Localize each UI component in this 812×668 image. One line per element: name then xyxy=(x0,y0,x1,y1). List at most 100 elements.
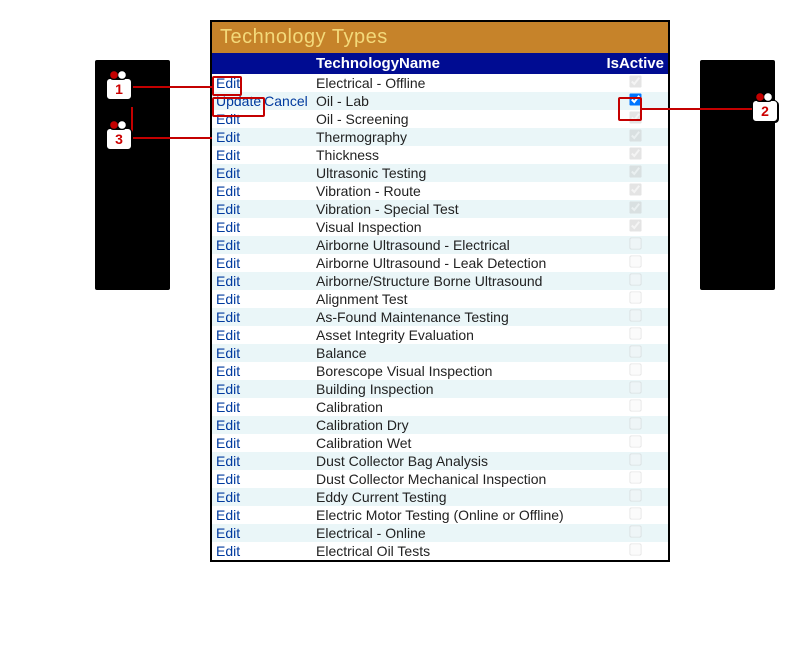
edit-link[interactable]: Edit xyxy=(216,453,240,469)
edit-link[interactable]: Edit xyxy=(216,129,240,145)
edit-link[interactable]: Edit xyxy=(216,399,240,415)
edit-link[interactable]: Edit xyxy=(216,327,240,343)
isactive-checkbox xyxy=(629,471,641,483)
edit-link[interactable]: Edit xyxy=(216,111,240,127)
action-cell: Edit xyxy=(212,182,312,200)
edit-link[interactable]: Edit xyxy=(216,183,240,199)
technology-name-cell: Vibration - Route xyxy=(312,182,602,200)
table-row: Edit Electrical Oil Tests xyxy=(212,542,668,560)
isactive-cell xyxy=(602,326,668,344)
isactive-cell xyxy=(602,506,668,524)
action-cell: Edit xyxy=(212,254,312,272)
technology-types-table: TechnologyName IsActive EditElectrical -… xyxy=(212,53,668,560)
edit-link[interactable]: Edit xyxy=(216,435,240,451)
isactive-checkbox xyxy=(629,147,641,159)
technology-name-cell: Dust Collector Mechanical Inspection xyxy=(312,470,602,488)
table-row: Edit Vibration - Route xyxy=(212,182,668,200)
action-cell: Edit xyxy=(212,164,312,182)
edit-link[interactable]: Edit xyxy=(216,525,240,541)
table-row: Edit Vibration - Special Test xyxy=(212,200,668,218)
isactive-checkbox xyxy=(629,219,641,231)
isactive-cell xyxy=(602,164,668,182)
isactive-cell xyxy=(602,254,668,272)
edit-link[interactable]: Edit xyxy=(216,291,240,307)
isactive-cell xyxy=(602,344,668,362)
isactive-checkbox xyxy=(629,435,641,447)
callout-badge-2: 2 xyxy=(752,100,778,122)
technology-name-cell: Calibration Dry xyxy=(312,416,602,434)
edit-link[interactable]: Edit xyxy=(216,165,240,181)
isactive-checkbox xyxy=(629,273,641,285)
technology-name-cell: Eddy Current Testing xyxy=(312,488,602,506)
isactive-cell xyxy=(602,524,668,542)
isactive-cell xyxy=(602,380,668,398)
update-link[interactable]: Update xyxy=(216,93,261,109)
edit-link[interactable]: Edit xyxy=(216,75,240,91)
technology-name-cell: Building Inspection xyxy=(312,380,602,398)
action-cell: Edit xyxy=(212,506,312,524)
isactive-cell xyxy=(602,542,668,560)
table-row: EditElectrical - Online xyxy=(212,524,668,542)
table-row: EditBorescope Visual Inspection xyxy=(212,362,668,380)
table-row: Edit Calibration Wet xyxy=(212,434,668,452)
isactive-checkbox xyxy=(629,75,641,87)
isactive-checkbox xyxy=(629,345,641,357)
isactive-cell xyxy=(602,110,668,128)
action-cell: Edit xyxy=(212,434,312,452)
table-row: EditThermography xyxy=(212,128,668,146)
table-row: EditAs-Found Maintenance Testing xyxy=(212,308,668,326)
edit-link[interactable]: Edit xyxy=(216,417,240,433)
isactive-checkbox xyxy=(629,111,641,123)
isactive-checkbox xyxy=(629,237,641,249)
isactive-cell xyxy=(602,236,668,254)
isactive-cell xyxy=(602,416,668,434)
col-active-header: IsActive xyxy=(602,53,668,74)
edit-link[interactable]: Edit xyxy=(216,309,240,325)
table-row: EditVisual Inspection xyxy=(212,218,668,236)
isactive-checkbox xyxy=(629,291,641,303)
technology-name-cell: Thickness xyxy=(312,146,602,164)
technology-name-cell: Vibration - Special Test xyxy=(312,200,602,218)
technology-name-cell: Airborne Ultrasound - Leak Detection xyxy=(312,254,602,272)
edit-link[interactable]: Edit xyxy=(216,471,240,487)
edit-link[interactable]: Edit xyxy=(216,147,240,163)
edit-link[interactable]: Edit xyxy=(216,255,240,271)
technology-name-cell: Airborne/Structure Borne Ultrasound xyxy=(312,272,602,290)
table-row: Edit Thickness xyxy=(212,146,668,164)
edit-link[interactable]: Edit xyxy=(216,219,240,235)
table-row: Edit Dust Collector Bag Analysis xyxy=(212,452,668,470)
technology-types-panel: Technology Types TechnologyName IsActive… xyxy=(210,20,670,562)
technology-name-cell: Electrical - Offline xyxy=(312,74,602,92)
technology-name-cell: Dust Collector Bag Analysis xyxy=(312,452,602,470)
edit-link[interactable]: Edit xyxy=(216,489,240,505)
callout-badge-1: 1 xyxy=(106,78,132,100)
edit-link[interactable]: Edit xyxy=(216,363,240,379)
isactive-checkbox[interactable] xyxy=(629,93,641,105)
edit-link[interactable]: Edit xyxy=(216,237,240,253)
action-cell: Edit xyxy=(212,524,312,542)
technology-name-cell: Calibration Wet xyxy=(312,434,602,452)
isactive-checkbox xyxy=(629,453,641,465)
isactive-checkbox xyxy=(629,183,641,195)
edit-link[interactable]: Edit xyxy=(216,273,240,289)
table-row: Edit Calibration Dry xyxy=(212,416,668,434)
edit-link[interactable]: Edit xyxy=(216,543,240,559)
isactive-cell xyxy=(602,452,668,470)
table-row: Edit Asset Integrity Evaluation xyxy=(212,326,668,344)
edit-link[interactable]: Edit xyxy=(216,507,240,523)
action-cell: Edit xyxy=(212,308,312,326)
isactive-cell xyxy=(602,74,668,92)
edit-link[interactable]: Edit xyxy=(216,201,240,217)
action-cell: UpdateCancel xyxy=(212,92,312,110)
isactive-checkbox xyxy=(629,489,641,501)
isactive-checkbox xyxy=(629,309,641,321)
table-row: EditCalibration xyxy=(212,398,668,416)
cancel-link[interactable]: Cancel xyxy=(264,93,308,109)
edit-link[interactable]: Edit xyxy=(216,381,240,397)
technology-name-cell: Electrical Oil Tests xyxy=(312,542,602,560)
isactive-checkbox xyxy=(629,165,641,177)
edit-link[interactable]: Edit xyxy=(216,345,240,361)
isactive-cell xyxy=(602,434,668,452)
action-cell: Edit xyxy=(212,74,312,92)
technology-name-cell: Asset Integrity Evaluation xyxy=(312,326,602,344)
